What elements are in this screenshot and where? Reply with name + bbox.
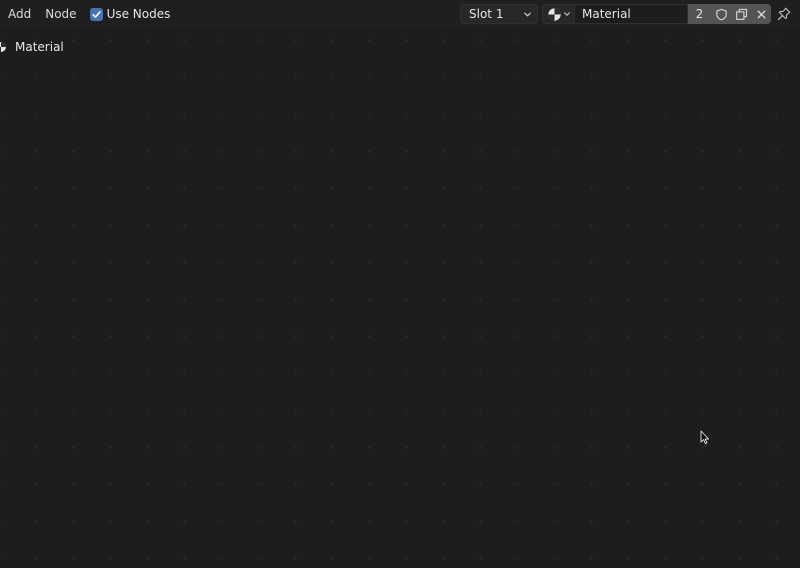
unlink-material-button[interactable]	[751, 4, 771, 24]
slot-dropdown-value: Slot 1	[469, 7, 504, 21]
material-users-count[interactable]: 2	[688, 4, 711, 24]
use-nodes-label: Use Nodes	[106, 7, 171, 21]
chevron-down-icon	[524, 12, 531, 17]
pin-icon[interactable]	[776, 6, 792, 22]
shield-icon	[715, 8, 727, 20]
breadcrumb-label: Material	[15, 40, 64, 54]
node-editor[interactable]: Add Node Use Nodes Slot 1 Material 2 Mat…	[0, 0, 800, 568]
material-sphere-icon	[548, 7, 561, 21]
checkmark-icon	[91, 10, 101, 18]
material-sphere-icon	[0, 42, 6, 52]
duplicate-material-button[interactable]	[731, 4, 751, 24]
use-nodes-checkbox[interactable]	[89, 7, 103, 21]
material-selector: Material 2	[542, 4, 771, 24]
browse-material-button[interactable]	[542, 4, 574, 24]
material-name-field[interactable]: Material	[574, 4, 688, 24]
chevron-down-icon	[564, 12, 570, 16]
menu-node[interactable]: Node	[38, 3, 83, 25]
close-icon	[757, 10, 765, 18]
breadcrumb: Material	[0, 39, 64, 55]
use-nodes-toggle[interactable]: Use Nodes	[89, 3, 171, 25]
mouse-cursor-icon	[700, 430, 710, 445]
duplicate-icon	[735, 8, 747, 20]
fake-user-button[interactable]	[711, 4, 731, 24]
menu-add[interactable]: Add	[1, 3, 38, 25]
slot-dropdown[interactable]: Slot 1	[460, 4, 538, 24]
